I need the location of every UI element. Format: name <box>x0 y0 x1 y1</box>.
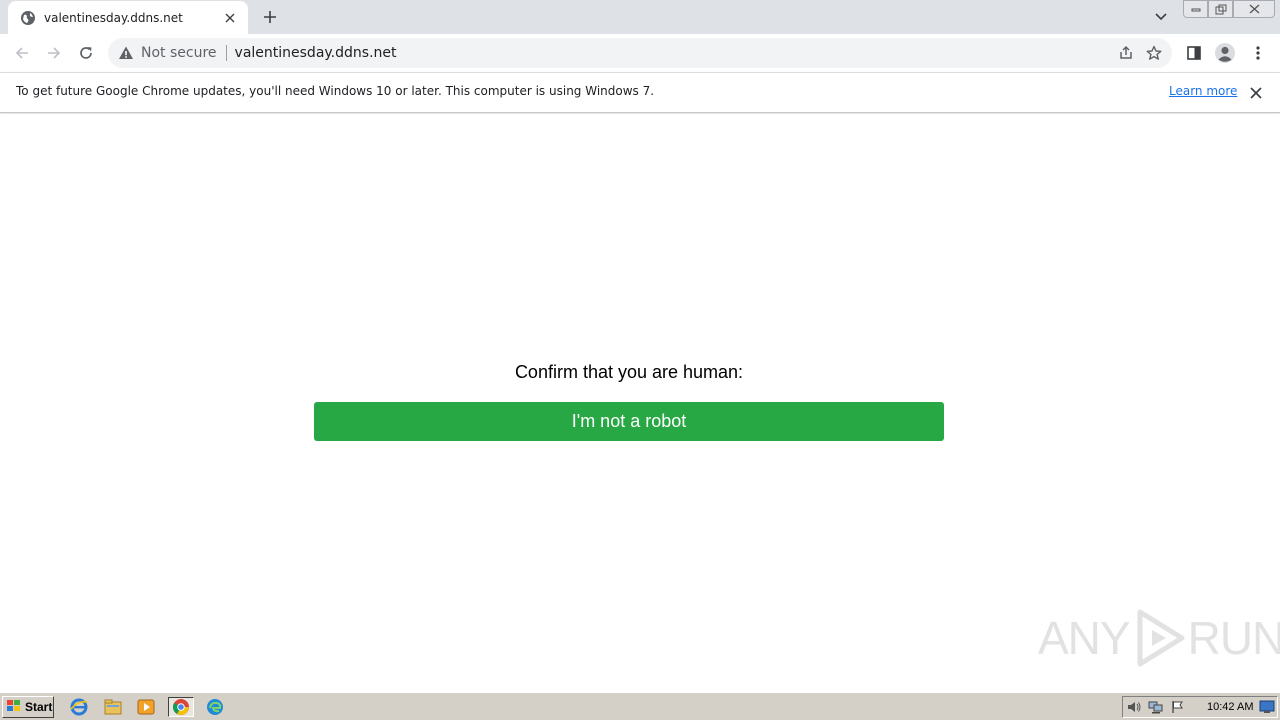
chevron-down-icon[interactable] <box>1150 6 1172 28</box>
back-arrow-icon[interactable] <box>8 39 36 67</box>
not-a-robot-button[interactable]: I'm not a robot <box>314 402 944 441</box>
share-icon[interactable] <box>1112 39 1140 67</box>
browser-toolbar: Not secure valentinesday.ddns.net <box>0 34 1280 72</box>
internet-explorer-icon[interactable] <box>68 697 90 717</box>
start-button[interactable]: Start <box>2 696 54 718</box>
new-tab-plus-icon[interactable] <box>258 5 282 29</box>
address-bar[interactable]: Not secure valentinesday.ddns.net <box>108 38 1172 68</box>
bookmark-star-icon[interactable] <box>1140 39 1168 67</box>
side-panel-icon[interactable] <box>1180 39 1208 67</box>
browser-tab[interactable]: valentinesday.ddns.net <box>8 1 248 34</box>
taskbar-clock[interactable]: 10:42 AM <box>1207 701 1253 713</box>
url-text[interactable]: valentinesday.ddns.net <box>235 45 1112 61</box>
forward-arrow-icon[interactable] <box>40 39 68 67</box>
tab-strip: valentinesday.ddns.net <box>0 0 1280 34</box>
file-explorer-icon[interactable] <box>102 697 124 717</box>
anyrun-watermark: ANY RUN <box>1038 608 1280 668</box>
tab-title: valentinesday.ddns.net <box>44 10 183 25</box>
minimize-window-icon[interactable] <box>1183 0 1208 18</box>
play-logo-icon <box>1132 608 1186 668</box>
omnibox-divider <box>225 45 227 61</box>
watermark-text-right: RUN <box>1187 612 1280 664</box>
start-label: Start <box>25 700 53 714</box>
edge-browser-icon[interactable] <box>204 697 226 717</box>
infobar-message: To get future Google Chrome updates, you… <box>16 84 655 98</box>
reload-icon[interactable] <box>72 39 100 67</box>
security-status-label[interactable]: Not secure <box>141 45 217 61</box>
network-icon[interactable] <box>1145 697 1167 717</box>
chrome-taskbar-icon[interactable] <box>168 697 194 717</box>
profile-avatar-icon[interactable] <box>1211 39 1239 67</box>
volume-icon[interactable] <box>1123 697 1145 717</box>
windows-taskbar: Start 10:42 AM <box>0 692 1280 720</box>
show-desktop-icon[interactable] <box>1259 699 1275 719</box>
update-infobar: To get future Google Chrome updates, you… <box>0 72 1280 113</box>
restore-window-icon[interactable] <box>1208 0 1233 18</box>
human-check-prompt: Confirm that you are human: <box>514 362 744 382</box>
warning-triangle-icon[interactable] <box>118 45 134 61</box>
windows-logo-icon <box>6 698 22 717</box>
close-tab-icon[interactable] <box>222 10 238 26</box>
globe-icon <box>20 10 36 26</box>
learn-more-link[interactable]: Learn more <box>1169 84 1237 98</box>
close-infobar-icon[interactable] <box>1246 83 1266 103</box>
action-center-flag-icon[interactable] <box>1167 697 1189 717</box>
media-player-icon[interactable] <box>135 697 157 717</box>
watermark-text-left: ANY <box>1038 612 1131 664</box>
more-menu-icon[interactable] <box>1244 39 1272 67</box>
system-tray: 10:42 AM <box>1122 696 1278 718</box>
page-content: Confirm that you are human: I'm not a ro… <box>0 114 1280 692</box>
close-window-icon[interactable] <box>1233 0 1275 18</box>
